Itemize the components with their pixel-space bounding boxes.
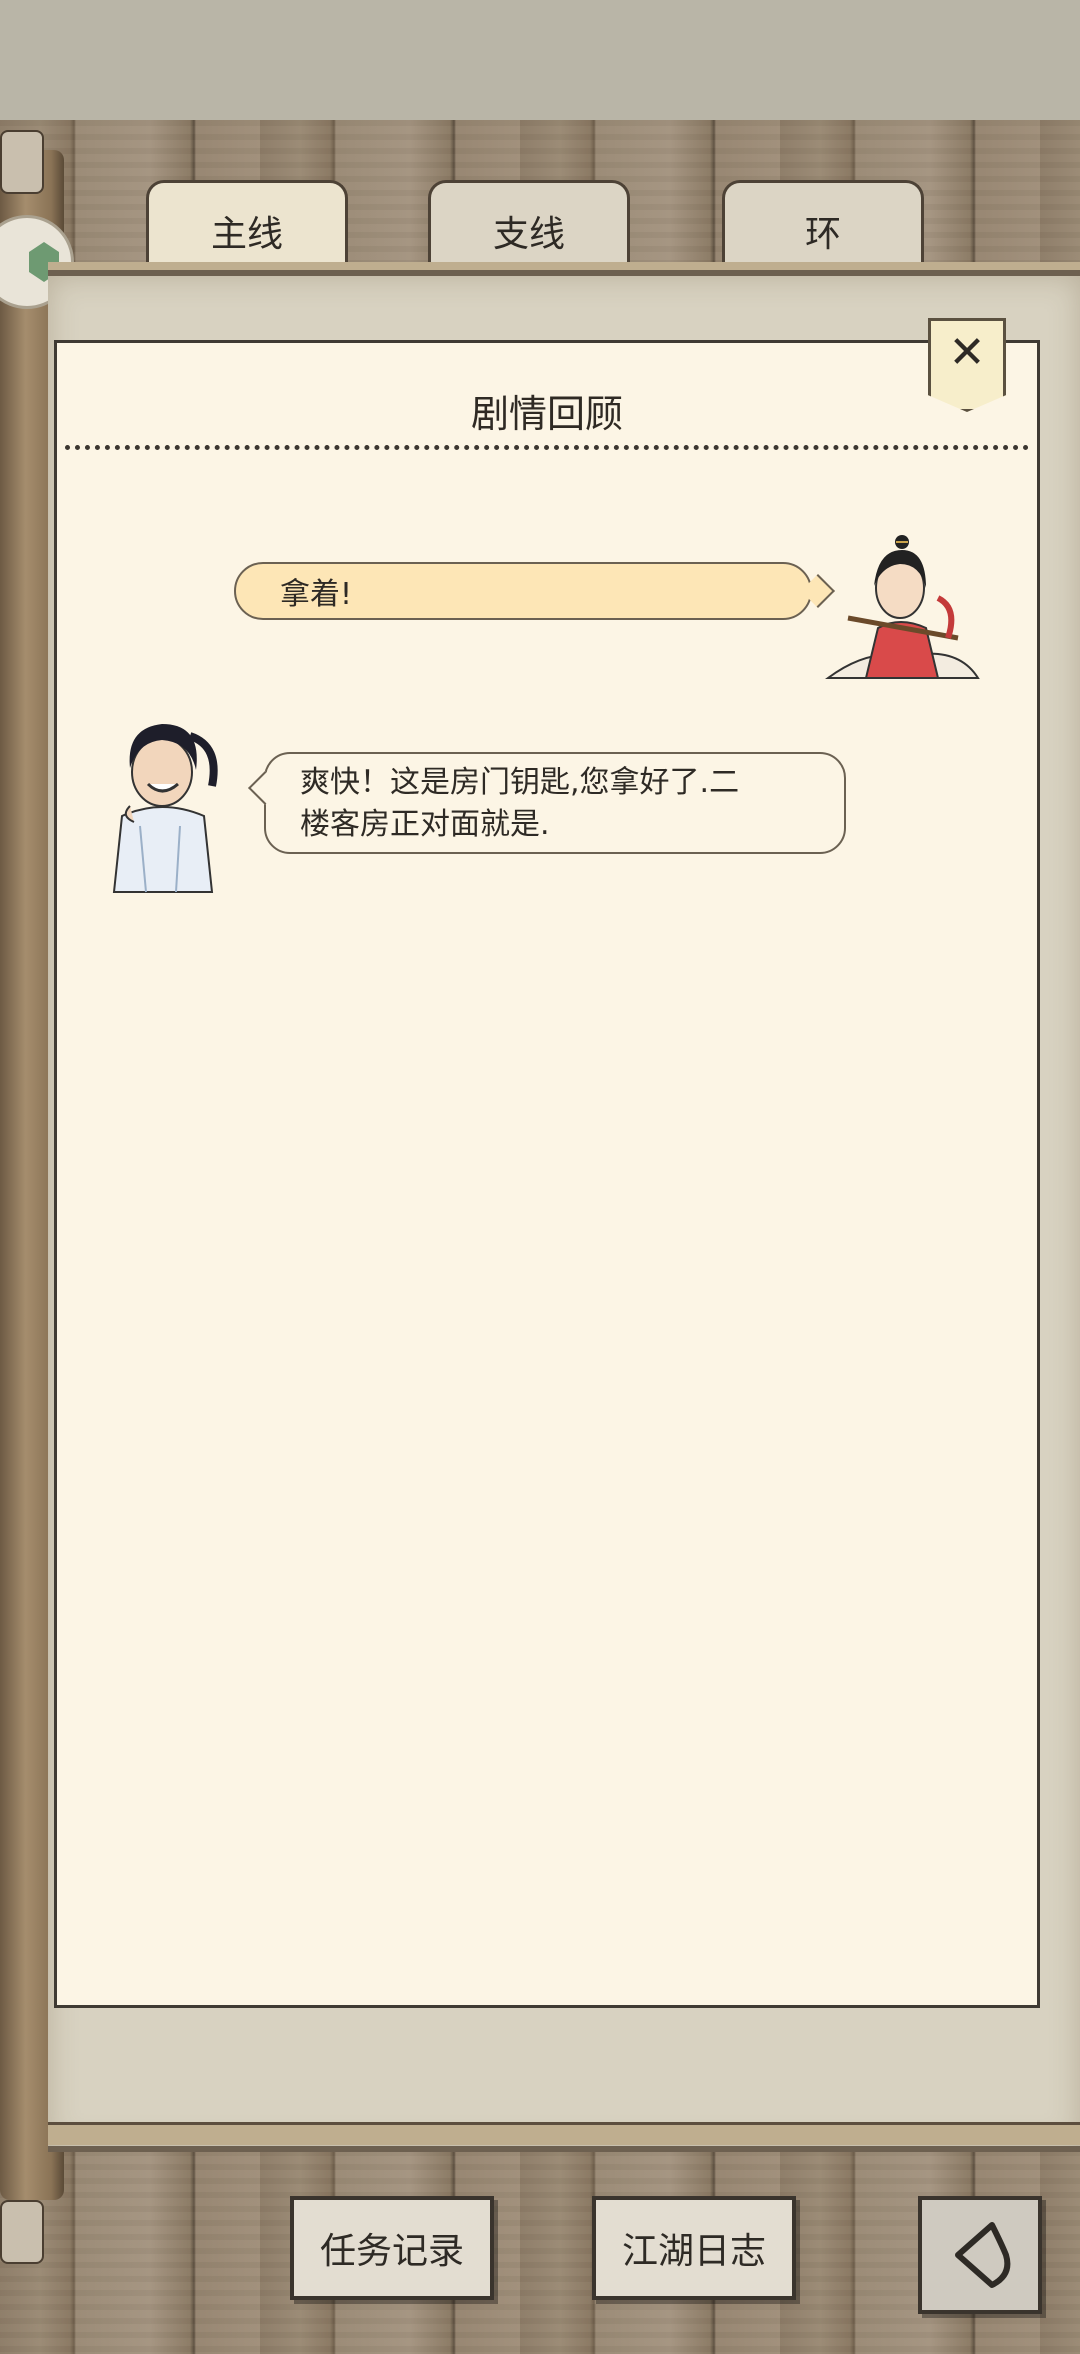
roller-knob-bottom [0, 2200, 44, 2264]
status-bar-area [0, 0, 1080, 120]
task-record-button[interactable]: 任务记录 [290, 2196, 494, 2300]
back-arrow-icon [955, 2222, 1011, 2288]
panel-title: 剧情回顾 [470, 392, 623, 436]
dialogue-text-line2: 楼客房正对面就是. [300, 807, 550, 842]
back-button[interactable] [918, 2196, 1042, 2314]
dialogue-bubble-left: 爽快！这是房门钥匙,您拿好了.二 楼客房正对面就是. [264, 752, 846, 854]
dialogue-bubble-right: 拿着! [234, 562, 812, 620]
dialogue-text: 拿着! [280, 577, 353, 612]
title-divider [65, 445, 1029, 450]
jianghu-journal-button[interactable]: 江湖日志 [592, 2196, 796, 2300]
swordswoman-avatar [824, 535, 980, 679]
close-icon: ✕ [948, 327, 986, 378]
innkeeper-avatar [112, 724, 218, 893]
roller-knob-top [0, 130, 44, 194]
frame-bottom-band [48, 2122, 1080, 2145]
dialogue-text-line1: 爽快！这是房门钥匙,您拿好了.二 [300, 765, 740, 800]
close-button[interactable]: ✕ [928, 318, 1006, 412]
